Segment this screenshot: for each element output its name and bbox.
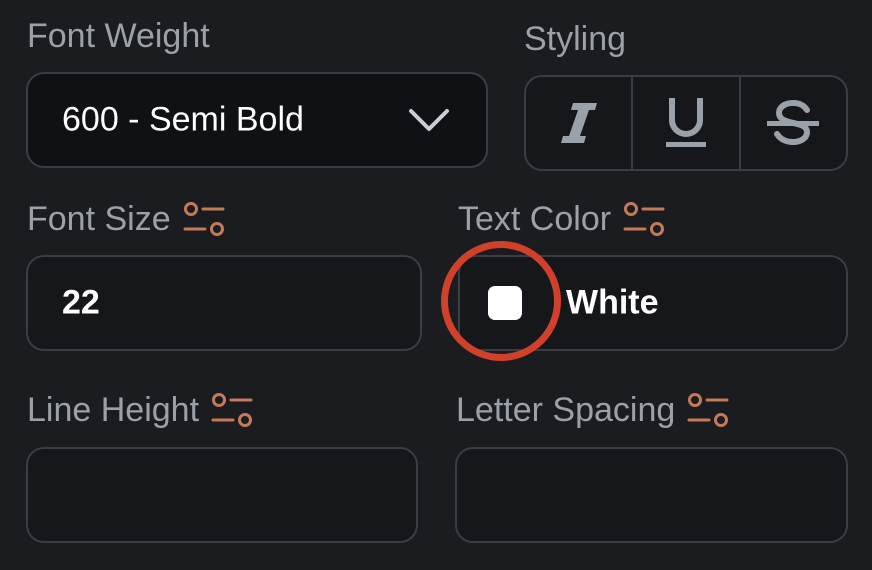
underline-icon [665, 98, 706, 147]
font-size-input[interactable]: 22 [26, 255, 422, 351]
variable-settings-icon[interactable] [687, 391, 729, 429]
line-height-input[interactable] [26, 447, 418, 543]
line-height-label: Line Height [27, 390, 253, 430]
font-weight-value: 600 - Semi Bold [62, 100, 304, 139]
strikethrough-button[interactable] [741, 77, 846, 169]
text-color-input[interactable]: White [458, 255, 848, 351]
font-weight-label: Font Weight [27, 17, 210, 55]
chevron-down-icon [409, 109, 449, 131]
variable-settings-icon[interactable] [623, 200, 665, 238]
font-size-label: Font Size [27, 199, 225, 239]
text-color-label: Text Color [458, 199, 665, 239]
font-size-value: 22 [62, 283, 100, 322]
styling-button-group [524, 75, 848, 171]
font-weight-select[interactable]: 600 - Semi Bold [26, 72, 488, 168]
letter-spacing-label: Letter Spacing [456, 390, 729, 430]
text-color-value: White [566, 283, 659, 322]
strikethrough-icon [767, 100, 820, 146]
variable-settings-icon[interactable] [183, 200, 225, 238]
italic-button[interactable] [526, 77, 634, 169]
italic-icon [560, 103, 597, 143]
styling-label: Styling [524, 20, 627, 58]
letter-spacing-input[interactable] [455, 447, 848, 543]
underline-button[interactable] [633, 77, 741, 169]
color-swatch[interactable] [488, 286, 522, 320]
variable-settings-icon[interactable] [211, 391, 253, 429]
